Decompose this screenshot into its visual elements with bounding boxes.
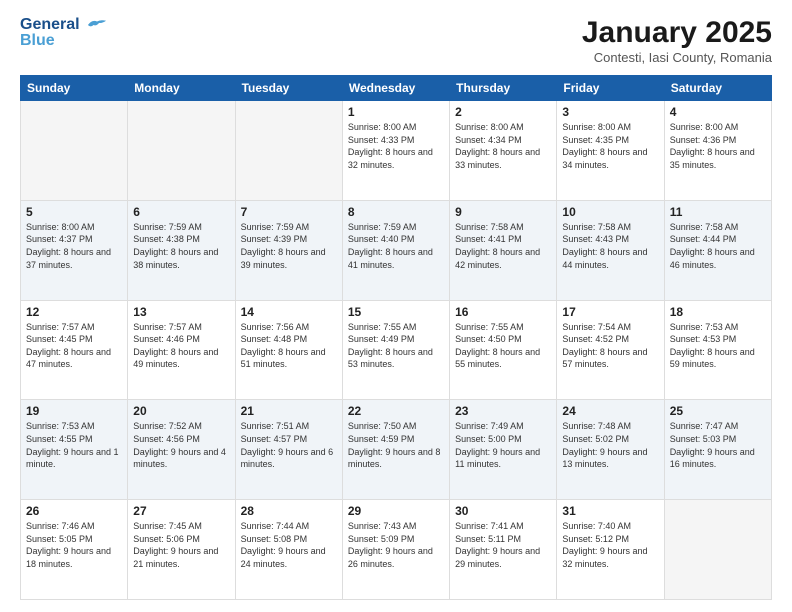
header: General Blue January 2025 Contesti, Iasi… [20, 16, 772, 65]
col-wednesday: Wednesday [342, 76, 449, 101]
col-thursday: Thursday [450, 76, 557, 101]
table-row: 21 Sunrise: 7:51 AMSunset: 4:57 PMDaylig… [235, 400, 342, 500]
table-row: 13 Sunrise: 7:57 AMSunset: 4:46 PMDaylig… [128, 300, 235, 400]
col-tuesday: Tuesday [235, 76, 342, 101]
table-row: 27 Sunrise: 7:45 AMSunset: 5:06 PMDaylig… [128, 500, 235, 600]
table-row: 18 Sunrise: 7:53 AMSunset: 4:53 PMDaylig… [664, 300, 771, 400]
title-block: January 2025 Contesti, Iasi County, Roma… [582, 16, 772, 65]
table-row: 25 Sunrise: 7:47 AMSunset: 5:03 PMDaylig… [664, 400, 771, 500]
table-row: 28 Sunrise: 7:44 AMSunset: 5:08 PMDaylig… [235, 500, 342, 600]
calendar-week-row: 26 Sunrise: 7:46 AMSunset: 5:05 PMDaylig… [21, 500, 772, 600]
logo-blue-text: Blue [20, 32, 108, 50]
table-row: 8 Sunrise: 7:59 AMSunset: 4:40 PMDayligh… [342, 200, 449, 300]
logo-text: General [20, 16, 108, 34]
page-title: January 2025 [582, 16, 772, 50]
table-row: 6 Sunrise: 7:59 AMSunset: 4:38 PMDayligh… [128, 200, 235, 300]
col-saturday: Saturday [664, 76, 771, 101]
col-sunday: Sunday [21, 76, 128, 101]
logo-bird-icon [86, 18, 108, 32]
table-row: 15 Sunrise: 7:55 AMSunset: 4:49 PMDaylig… [342, 300, 449, 400]
calendar-week-row: 19 Sunrise: 7:53 AMSunset: 4:55 PMDaylig… [21, 400, 772, 500]
table-row: 24 Sunrise: 7:48 AMSunset: 5:02 PMDaylig… [557, 400, 664, 500]
col-friday: Friday [557, 76, 664, 101]
table-row: 29 Sunrise: 7:43 AMSunset: 5:09 PMDaylig… [342, 500, 449, 600]
table-row: 12 Sunrise: 7:57 AMSunset: 4:45 PMDaylig… [21, 300, 128, 400]
calendar-table: Sunday Monday Tuesday Wednesday Thursday… [20, 75, 772, 600]
table-row: 17 Sunrise: 7:54 AMSunset: 4:52 PMDaylig… [557, 300, 664, 400]
table-row: 1 Sunrise: 8:00 AMSunset: 4:33 PMDayligh… [342, 101, 449, 201]
table-row [235, 101, 342, 201]
table-row: 4 Sunrise: 8:00 AMSunset: 4:36 PMDayligh… [664, 101, 771, 201]
table-row: 31 Sunrise: 7:40 AMSunset: 5:12 PMDaylig… [557, 500, 664, 600]
table-row: 16 Sunrise: 7:55 AMSunset: 4:50 PMDaylig… [450, 300, 557, 400]
col-monday: Monday [128, 76, 235, 101]
table-row: 11 Sunrise: 7:58 AMSunset: 4:44 PMDaylig… [664, 200, 771, 300]
table-row: 23 Sunrise: 7:49 AMSunset: 5:00 PMDaylig… [450, 400, 557, 500]
table-row: 5 Sunrise: 8:00 AMSunset: 4:37 PMDayligh… [21, 200, 128, 300]
table-row: 30 Sunrise: 7:41 AMSunset: 5:11 PMDaylig… [450, 500, 557, 600]
calendar-week-row: 5 Sunrise: 8:00 AMSunset: 4:37 PMDayligh… [21, 200, 772, 300]
table-row: 20 Sunrise: 7:52 AMSunset: 4:56 PMDaylig… [128, 400, 235, 500]
table-row: 2 Sunrise: 8:00 AMSunset: 4:34 PMDayligh… [450, 101, 557, 201]
table-row: 14 Sunrise: 7:56 AMSunset: 4:48 PMDaylig… [235, 300, 342, 400]
calendar-week-row: 1 Sunrise: 8:00 AMSunset: 4:33 PMDayligh… [21, 101, 772, 201]
calendar-header-row: Sunday Monday Tuesday Wednesday Thursday… [21, 76, 772, 101]
page: General Blue January 2025 Contesti, Iasi… [0, 0, 792, 612]
table-row: 22 Sunrise: 7:50 AMSunset: 4:59 PMDaylig… [342, 400, 449, 500]
table-row: 19 Sunrise: 7:53 AMSunset: 4:55 PMDaylig… [21, 400, 128, 500]
table-row [664, 500, 771, 600]
logo: General Blue [20, 16, 108, 50]
page-subtitle: Contesti, Iasi County, Romania [582, 50, 772, 65]
table-row [21, 101, 128, 201]
table-row: 9 Sunrise: 7:58 AMSunset: 4:41 PMDayligh… [450, 200, 557, 300]
table-row: 7 Sunrise: 7:59 AMSunset: 4:39 PMDayligh… [235, 200, 342, 300]
calendar-week-row: 12 Sunrise: 7:57 AMSunset: 4:45 PMDaylig… [21, 300, 772, 400]
table-row: 10 Sunrise: 7:58 AMSunset: 4:43 PMDaylig… [557, 200, 664, 300]
table-row: 3 Sunrise: 8:00 AMSunset: 4:35 PMDayligh… [557, 101, 664, 201]
table-row [128, 101, 235, 201]
table-row: 26 Sunrise: 7:46 AMSunset: 5:05 PMDaylig… [21, 500, 128, 600]
